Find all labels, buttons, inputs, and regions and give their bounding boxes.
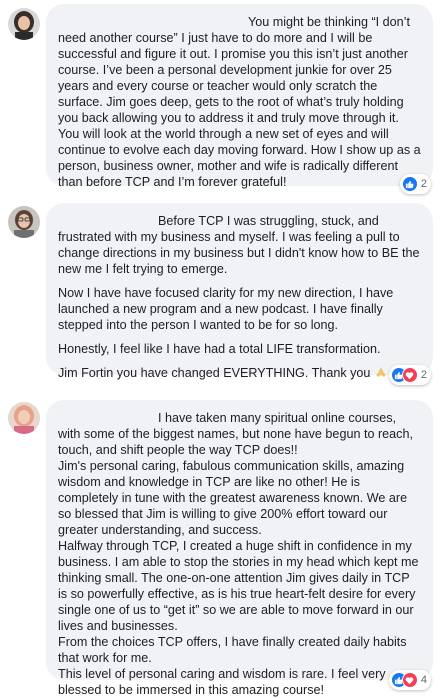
comment-text: Jim's personal caring, fabulous communic… xyxy=(58,459,408,537)
comment-text: This level of personal caring and wisdom… xyxy=(58,667,386,697)
comment-bubble: You might be thinking “I don’t need anot… xyxy=(46,4,433,194)
comment-bubble: I have taken many spiritual online cours… xyxy=(46,400,433,697)
reaction-count: 2 xyxy=(420,178,427,190)
comment-text-last: Jim Fortin you have changed EVERYTHING. … xyxy=(58,366,371,380)
comment-text: Jim Fortin you have changed EVERYTHING. … xyxy=(58,365,421,381)
comment-text: You might be thinking “I don’t need anot… xyxy=(58,15,421,189)
reaction-summary[interactable]: 2 xyxy=(399,174,431,194)
praying-hands-icon xyxy=(374,366,388,378)
love-icon xyxy=(401,367,418,383)
avatar[interactable] xyxy=(8,8,40,40)
comment-bubble: Before TCP I was struggling, stuck, and … xyxy=(46,203,433,385)
reaction-count: 2 xyxy=(420,369,427,381)
avatar[interactable] xyxy=(8,402,40,434)
love-icon xyxy=(401,672,418,688)
comment-text: From the choices TCP offers, I have fina… xyxy=(58,635,407,665)
reaction-summary[interactable]: 2 xyxy=(388,365,431,385)
reaction-count: 4 xyxy=(420,674,427,686)
avatar[interactable] xyxy=(8,206,40,238)
comment-text: I have taken many spiritual online cours… xyxy=(58,411,413,457)
comment-text: Before TCP I was struggling, stuck, and … xyxy=(58,214,420,276)
reaction-summary[interactable]: 4 xyxy=(388,670,431,690)
comment-text: Honestly, I feel like I have had a total… xyxy=(58,342,381,356)
like-icon xyxy=(401,176,418,192)
comment-text: Halfway through TCP, I created a huge sh… xyxy=(58,539,419,633)
comment-text: Now I have have focused clarity for my n… xyxy=(58,286,394,332)
